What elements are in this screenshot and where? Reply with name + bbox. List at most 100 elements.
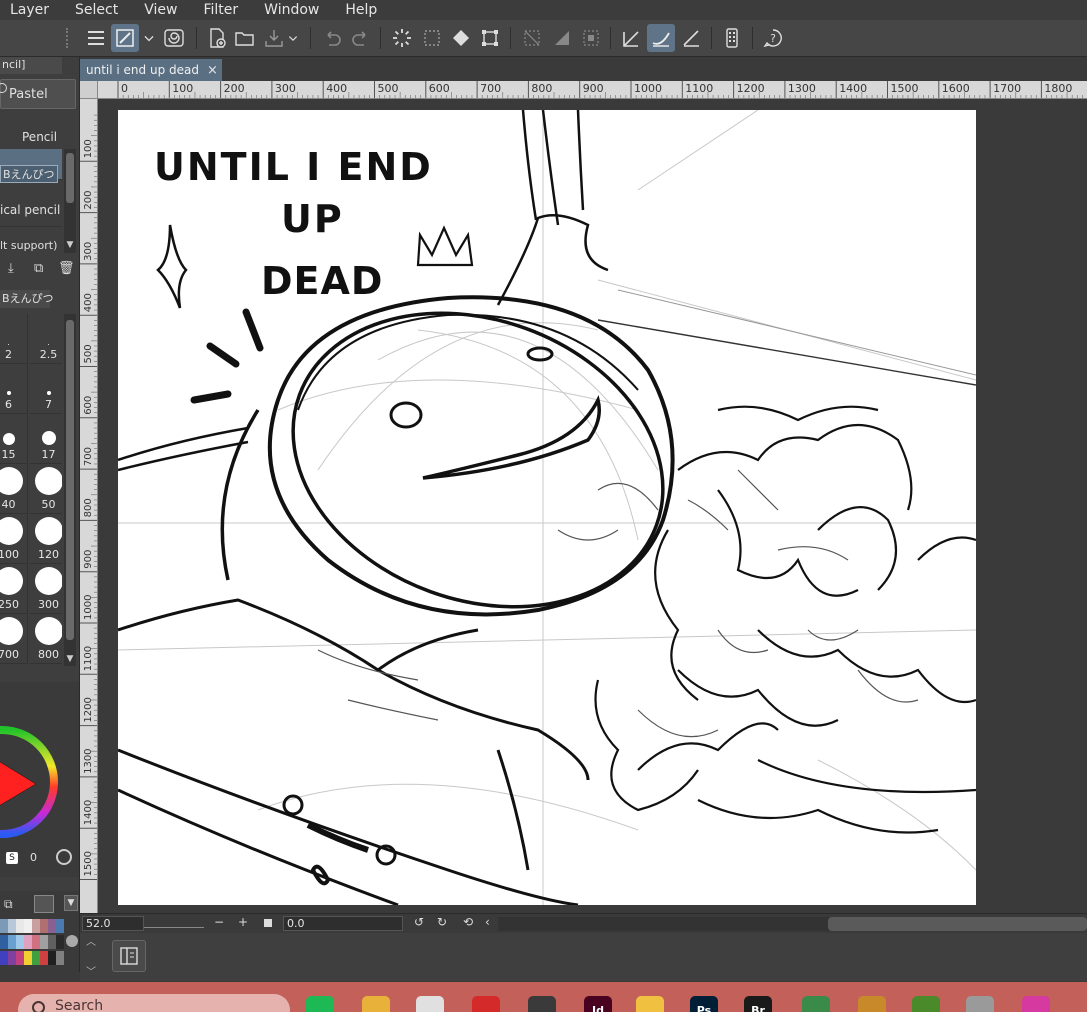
brush-size-cell[interactable]: 7 <box>30 364 62 414</box>
menu-help[interactable]: Help <box>335 1 393 19</box>
duplicate-icon[interactable]: ⧉ <box>34 261 43 276</box>
subtool-scrollbar[interactable] <box>64 149 76 253</box>
canvas-page[interactable]: UNTIL I END UP DEAD <box>118 110 976 905</box>
layer-panel-button[interactable] <box>112 940 146 972</box>
color-swatch[interactable] <box>8 951 16 965</box>
help-icon[interactable]: ? <box>759 24 787 52</box>
select-all-icon[interactable] <box>418 24 446 52</box>
color-mode-icon[interactable] <box>56 849 72 865</box>
chevron-down-icon[interactable] <box>140 24 158 52</box>
brush-size-cell[interactable]: 700 <box>0 614 28 664</box>
menu-icon[interactable] <box>82 24 110 52</box>
brush-item-selected[interactable]: Bえんぴつ <box>0 149 62 183</box>
film-icon[interactable] <box>34 895 54 913</box>
color-swatch[interactable] <box>8 935 16 949</box>
transform-icon[interactable] <box>476 24 504 52</box>
toolbar-grip[interactable] <box>66 28 72 48</box>
chevron-up-icon[interactable]: ︿ <box>86 933 96 948</box>
download-icon[interactable]: ⤓ <box>8 261 14 276</box>
fit-icon[interactable] <box>264 919 272 927</box>
brush-size-scroll-thumb[interactable] <box>66 320 74 640</box>
brush-size-cell[interactable]: 6 <box>0 364 28 414</box>
taskbar-app-green-icon[interactable] <box>802 996 830 1012</box>
taskbar-photoshop-icon[interactable]: Ps <box>690 996 718 1012</box>
smartphone-icon[interactable] <box>718 24 746 52</box>
brush-size-cell[interactable]: 40 <box>0 464 28 514</box>
chevron-down-icon[interactable]: ▼ <box>64 240 76 252</box>
snap-ruler-icon[interactable] <box>617 24 645 52</box>
color-swatch[interactable] <box>40 935 48 949</box>
color-swatch[interactable] <box>32 919 40 933</box>
deselect-icon[interactable] <box>388 24 416 52</box>
color-swatch[interactable] <box>16 935 24 949</box>
color-swatch[interactable] <box>48 935 56 949</box>
brush-size-cell[interactable]: 15 <box>0 414 28 464</box>
horizontal-ruler[interactable]: 0 100 200 300 400 500 600 700 800 900 1000 1100 1200… <box>98 81 1087 99</box>
rotate-field[interactable]: 0.0 <box>283 916 403 931</box>
redo-icon[interactable] <box>347 24 375 52</box>
chevron-down-icon[interactable] <box>285 24 301 52</box>
rotate-left-icon[interactable]: ↺ <box>414 915 424 929</box>
brush-size-scrollbar[interactable] <box>64 314 76 666</box>
crop-icon[interactable] <box>577 24 605 52</box>
color-swatch[interactable] <box>40 951 48 965</box>
color-swatch[interactable] <box>24 919 32 933</box>
color-swatch[interactable] <box>40 919 48 933</box>
color-swatch[interactable] <box>0 951 8 965</box>
color-swatch[interactable] <box>48 919 56 933</box>
fill-icon[interactable] <box>447 24 475 52</box>
color-swatch[interactable] <box>24 935 32 949</box>
trash-icon[interactable]: 🗑 <box>58 261 75 276</box>
menu-filter[interactable]: Filter <box>193 1 254 19</box>
color-swatch[interactable] <box>0 919 8 933</box>
new-file-icon[interactable] <box>203 24 231 52</box>
menu-window[interactable]: Window <box>254 1 335 19</box>
brush-size-cell[interactable]: 50 <box>30 464 62 514</box>
brush-size-cell[interactable]: 120 <box>30 514 62 564</box>
color-swatch[interactable] <box>48 951 56 965</box>
taskbar-search[interactable]: Search <box>18 994 290 1012</box>
canvas-area[interactable]: UNTIL I END UP DEAD <box>98 99 1087 913</box>
undo-icon[interactable] <box>318 24 346 52</box>
color-swatch[interactable] <box>56 951 64 965</box>
taskbar-opera-icon[interactable] <box>472 996 500 1012</box>
snap-grid-icon[interactable] <box>677 24 705 52</box>
tool-property-tab[interactable]: Bえんぴつ <box>0 290 54 308</box>
chevron-down-icon[interactable]: ▼ <box>64 895 78 911</box>
taskbar-app-gray-icon[interactable] <box>966 996 994 1012</box>
taskbar-chrome-icon[interactable] <box>362 996 390 1012</box>
menu-select[interactable]: Select <box>65 1 134 19</box>
color-swatch[interactable] <box>0 935 8 949</box>
snap-special-ruler-icon[interactable] <box>647 24 675 52</box>
taskbar-notepad-icon[interactable] <box>416 996 444 1012</box>
taskbar-bridge-icon[interactable]: Br <box>744 996 772 1012</box>
chevron-left-icon[interactable]: ‹ <box>485 915 490 929</box>
chevron-down-icon[interactable]: ﹀ <box>86 963 96 978</box>
taskbar-spotify-icon[interactable] <box>306 996 334 1012</box>
color-swatch[interactable] <box>32 935 40 949</box>
zoom-out-button[interactable]: − <box>214 915 224 929</box>
reset-rotation-icon[interactable]: ⟲ <box>463 915 473 929</box>
zoom-in-button[interactable]: + <box>238 915 248 929</box>
color-swatch[interactable] <box>32 951 40 965</box>
taskbar-app-gradient-icon[interactable] <box>1022 996 1050 1012</box>
color-set-icon[interactable]: ⧉ <box>4 897 13 912</box>
spiral-icon[interactable] <box>160 24 188 52</box>
color-swatch[interactable] <box>16 951 24 965</box>
color-swatch[interactable] <box>56 919 64 933</box>
color-swatch[interactable] <box>16 919 24 933</box>
taskbar-minecraft-icon[interactable] <box>912 996 940 1012</box>
brush-size-cell[interactable]: 100 <box>0 514 28 564</box>
rotate-right-icon[interactable]: ↻ <box>437 915 447 929</box>
horizontal-scroll-thumb[interactable] <box>828 917 1087 931</box>
zoom-field[interactable]: 52.0 <box>82 916 144 931</box>
taskbar-indesign-icon[interactable]: Id <box>584 996 612 1012</box>
taskbar-clip-studio-icon[interactable] <box>528 996 556 1012</box>
brush-edit-icon[interactable] <box>111 24 139 52</box>
brush-size-cell[interactable]: 17 <box>30 414 62 464</box>
chevron-down-icon[interactable]: ▼ <box>64 654 76 666</box>
brush-size-cell[interactable]: 2.5 <box>30 314 62 364</box>
brush-size-cell[interactable]: 250 <box>0 564 28 614</box>
subtool-group-tab[interactable]: ncil] <box>0 57 62 74</box>
brush-item[interactable]: lt support) <box>0 229 62 260</box>
